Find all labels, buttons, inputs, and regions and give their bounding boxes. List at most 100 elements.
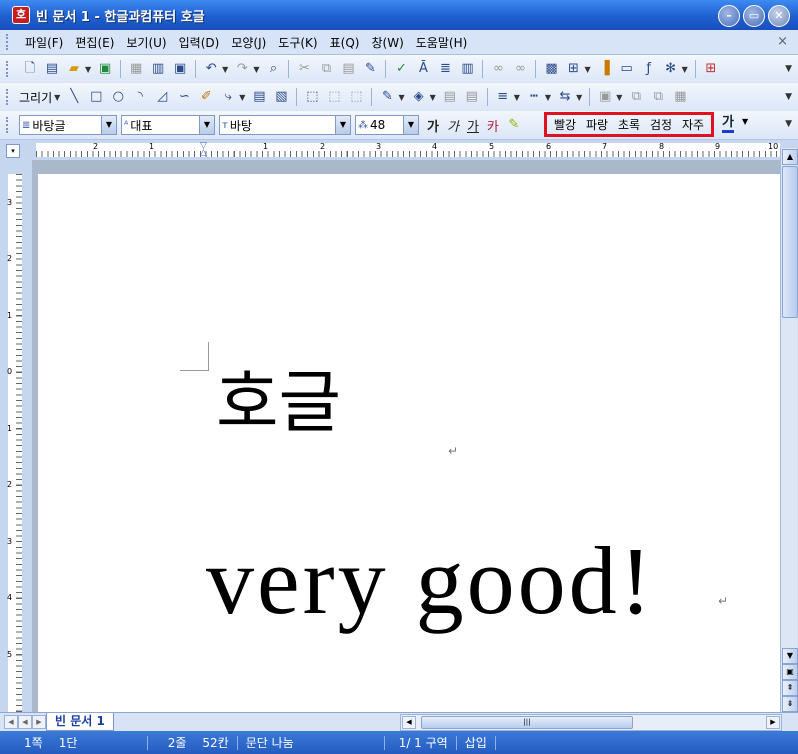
rotate-icon[interactable]: ⧉ <box>648 87 668 107</box>
indent-marker-icon[interactable]: ▽ △ <box>200 142 208 158</box>
prev-tab-icon[interactable]: ◀ <box>18 715 32 729</box>
shadow-dropdown-icon[interactable]: ▼ <box>616 93 622 102</box>
italic-button[interactable]: 가 <box>447 116 459 135</box>
toolbar-grip[interactable] <box>6 61 11 77</box>
scroll-up-icon[interactable]: ▲ <box>782 149 798 165</box>
group-icon[interactable]: ⬚ <box>324 87 344 107</box>
color-green-button[interactable]: 초록 <box>618 116 640 133</box>
maximize-icon[interactable]: ▭ <box>743 5 765 27</box>
page-view-toggle-icon[interactable]: ▣ <box>782 664 798 680</box>
document-page[interactable]: 호글 ↵ very good! ↵ <box>38 174 780 712</box>
prev-page-icon[interactable]: ⇞ <box>782 680 798 696</box>
spellcheck-icon[interactable]: ✓ <box>391 59 411 79</box>
pen-icon[interactable]: ✐ <box>196 87 216 107</box>
color-red-button[interactable]: 빨강 <box>554 116 576 133</box>
close-icon[interactable]: ✕ <box>768 5 790 27</box>
menubar-grip[interactable] <box>6 34 11 50</box>
fill-color-dropdown-icon[interactable]: ▼ <box>430 93 436 102</box>
chart-icon[interactable]: ▐ <box>595 59 615 79</box>
send-backward-icon[interactable]: ▤ <box>462 87 482 107</box>
toolbar-more-icon[interactable]: ▼ <box>785 92 792 102</box>
connector-icon[interactable]: ⤷ <box>218 87 238 107</box>
tab-document-1[interactable]: 빈 문서 1 <box>46 713 114 731</box>
scroll-thumb[interactable] <box>782 166 798 318</box>
menu-table[interactable]: 표(Q) <box>324 34 366 51</box>
para-shape-icon[interactable]: ≣ <box>435 59 455 79</box>
menu-insert[interactable]: 입력(D) <box>173 34 226 51</box>
object-properties-icon[interactable]: ▦ <box>670 87 690 107</box>
dash-style-dropdown-icon[interactable]: ▼ <box>545 93 551 102</box>
print-preview-icon[interactable]: ▦ <box>126 59 146 79</box>
scroll-right-icon[interactable]: ▶ <box>766 716 780 729</box>
table-dropdown-icon[interactable]: ▼ <box>584 65 590 74</box>
textbox-draw-icon[interactable]: ▤ <box>249 87 269 107</box>
menu-file[interactable]: 파일(F) <box>19 34 69 51</box>
status-insert-mode[interactable]: 삽입 <box>457 734 495 751</box>
document-text-line-2[interactable]: very good! <box>206 526 655 636</box>
toolbar-more-icon[interactable]: ▼ <box>785 64 792 74</box>
color-blue-button[interactable]: 파랑 <box>586 116 608 133</box>
first-tab-icon[interactable]: ◀ <box>4 715 18 729</box>
print-icon[interactable]: ▥ <box>148 59 168 79</box>
arc-icon[interactable]: ◝ <box>130 87 150 107</box>
template-icon[interactable]: ▤ <box>42 59 62 79</box>
connector-dropdown-icon[interactable]: ▼ <box>239 93 245 102</box>
redo-dropdown-icon[interactable]: ▼ <box>253 65 259 74</box>
hyperlink-icon[interactable]: ∞ <box>488 59 508 79</box>
select-objects-icon[interactable]: ⬚ <box>302 87 322 107</box>
scroll-down-icon[interactable]: ▼ <box>782 648 798 664</box>
highlighter-icon[interactable]: ✎ <box>504 115 524 135</box>
chevron-down-icon[interactable]: ▼ <box>403 116 418 134</box>
format-paint-icon[interactable]: ✎ <box>360 59 380 79</box>
line-style-dropdown-icon[interactable]: ▼ <box>514 93 520 102</box>
toolbar-grip[interactable] <box>6 117 11 133</box>
horizontal-ruler[interactable]: ▾ 2 1 1 2 3 4 5 6 7 8 9 10 ▽ △ <box>0 140 798 161</box>
font-size-combo[interactable]: ⁂ 48 ▼ <box>355 115 419 135</box>
horizontal-scrollbar[interactable]: ◀ ||| ▶ <box>400 714 782 731</box>
layout-icon[interactable]: ⊞ <box>701 59 721 79</box>
undo-dropdown-icon[interactable]: ▼ <box>222 65 228 74</box>
open-folder-icon[interactable]: ▰ <box>64 59 84 79</box>
dash-style-icon[interactable]: ┅ <box>524 87 544 107</box>
rectangle-icon[interactable]: □ <box>86 87 106 107</box>
strikethrough-button[interactable]: 카 <box>487 116 499 135</box>
new-document-icon[interactable]: 🗋 <box>20 59 40 79</box>
save-icon[interactable]: ▣ <box>95 59 115 79</box>
chevron-down-icon[interactable]: ▼ <box>199 116 214 134</box>
textbox-icon[interactable]: ▭ <box>617 59 637 79</box>
vertical-ruler[interactable]: 3 2 1 0 1 2 3 4 5 <box>0 160 32 712</box>
language-combo[interactable]: ᴬ 대표 ▼ <box>121 115 215 135</box>
fill-color-icon[interactable]: ◈ <box>409 87 429 107</box>
text-color-dropdown-icon[interactable]: ▼ <box>742 117 748 126</box>
char-shape-icon[interactable]: Ā <box>413 59 433 79</box>
arrow-style-icon[interactable]: ⇆ <box>555 87 575 107</box>
find-icon[interactable]: ⌕ <box>263 59 283 79</box>
polygon-icon[interactable]: ◿ <box>152 87 172 107</box>
open-dropdown-icon[interactable]: ▼ <box>85 65 91 74</box>
font-combo[interactable]: ᴛ 바탕 ▼ <box>219 115 351 135</box>
cut-icon[interactable]: ✂ <box>294 59 314 79</box>
bold-button[interactable]: 가 <box>427 116 439 135</box>
style-combo[interactable]: ≣ 바탕글 ▼ <box>19 115 117 135</box>
line-style-icon[interactable]: ≡ <box>493 87 513 107</box>
menu-tools[interactable]: 도구(K) <box>272 34 323 51</box>
document-area[interactable]: 호글 ↵ very good! ↵ <box>32 160 780 712</box>
ungroup-icon[interactable]: ⬚ <box>346 87 366 107</box>
drawing-dropdown-icon[interactable]: ▼ <box>54 93 60 102</box>
menu-view[interactable]: 보기(U) <box>120 34 172 51</box>
ellipse-icon[interactable]: ○ <box>108 87 128 107</box>
menu-format[interactable]: 모양(J) <box>225 34 272 51</box>
symbol-icon[interactable]: ✻ <box>661 59 681 79</box>
next-page-icon[interactable]: ⇟ <box>782 696 798 712</box>
redo-icon[interactable]: ↷ <box>232 59 252 79</box>
color-black-button[interactable]: 검정 <box>650 116 672 133</box>
copy-icon[interactable]: ⧉ <box>316 59 336 79</box>
paste-icon[interactable]: ▤ <box>338 59 358 79</box>
formula-icon[interactable]: ƒ <box>639 59 659 79</box>
toolbar-grip[interactable] <box>6 89 11 105</box>
toolbar-more-icon[interactable]: ▼ <box>785 119 792 129</box>
document-close-icon[interactable]: × <box>777 34 788 49</box>
table-icon[interactable]: ⊞ <box>563 59 583 79</box>
chevron-down-icon[interactable]: ▼ <box>101 116 116 134</box>
scroll-thumb[interactable]: ||| <box>421 716 633 729</box>
